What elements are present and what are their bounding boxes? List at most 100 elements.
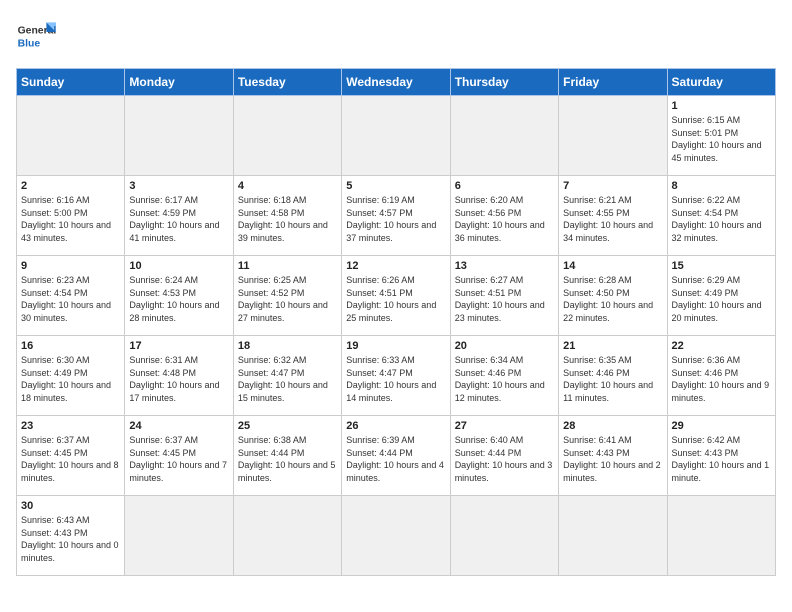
day-number: 26 (346, 420, 445, 432)
day-info: Sunrise: 6:20 AM Sunset: 4:56 PM Dayligh… (455, 194, 554, 244)
day-info: Sunrise: 6:34 AM Sunset: 4:46 PM Dayligh… (455, 354, 554, 404)
day-number: 20 (455, 340, 554, 352)
day-info: Sunrise: 6:31 AM Sunset: 4:48 PM Dayligh… (129, 354, 228, 404)
day-number: 19 (346, 340, 445, 352)
day-info: Sunrise: 6:28 AM Sunset: 4:50 PM Dayligh… (563, 274, 662, 324)
day-number: 6 (455, 180, 554, 192)
day-info: Sunrise: 6:41 AM Sunset: 4:43 PM Dayligh… (563, 434, 662, 484)
calendar-cell: 18 Sunrise: 6:32 AM Sunset: 4:47 PM Dayli… (233, 336, 341, 416)
calendar-cell: 2Sunrise: 6:16 AM Sunset: 5:00 PM Daylig… (17, 176, 125, 256)
calendar-cell (450, 496, 558, 576)
calendar-cell: 11 Sunrise: 6:25 AM Sunset: 4:52 PM Dayli… (233, 256, 341, 336)
day-number: 12 (346, 260, 445, 272)
day-info: Sunrise: 6:30 AM Sunset: 4:49 PM Dayligh… (21, 354, 120, 404)
calendar-cell: 3 Sunrise: 6:17 AM Sunset: 4:59 PM Daylig… (125, 176, 233, 256)
day-info: Sunrise: 6:38 AM Sunset: 4:44 PM Dayligh… (238, 434, 337, 484)
weekday-header-friday: Friday (559, 69, 667, 96)
calendar-cell: 12 Sunrise: 6:26 AM Sunset: 4:51 PM Dayli… (342, 256, 450, 336)
calendar-cell: 19 Sunrise: 6:33 AM Sunset: 4:47 PM Dayli… (342, 336, 450, 416)
day-info: Sunrise: 6:26 AM Sunset: 4:51 PM Dayligh… (346, 274, 445, 324)
calendar-cell: 13 Sunrise: 6:27 AM Sunset: 4:51 PM Dayli… (450, 256, 558, 336)
calendar-cell: 16 Sunrise: 6:30 AM Sunset: 4:49 PM Dayli… (17, 336, 125, 416)
day-info: Sunrise: 6:43 AM Sunset: 4:43 PM Dayligh… (21, 514, 120, 564)
day-info: Sunrise: 6:36 AM Sunset: 4:46 PM Dayligh… (672, 354, 771, 404)
day-info: Sunrise: 6:37 AM Sunset: 4:45 PM Dayligh… (21, 434, 120, 484)
calendar-cell: 8Sunrise: 6:22 AM Sunset: 4:54 PM Daylig… (667, 176, 775, 256)
calendar-cell: 28 Sunrise: 6:41 AM Sunset: 4:43 PM Dayli… (559, 416, 667, 496)
calendar-row: 1 Sunrise: 6:15 AM Sunset: 5:01 PM Daylig… (17, 96, 776, 176)
weekday-header-wednesday: Wednesday (342, 69, 450, 96)
day-info: Sunrise: 6:15 AM Sunset: 5:01 PM Dayligh… (672, 114, 771, 164)
day-number: 21 (563, 340, 662, 352)
day-info: Sunrise: 6:32 AM Sunset: 4:47 PM Dayligh… (238, 354, 337, 404)
calendar-cell (17, 96, 125, 176)
calendar-cell (667, 496, 775, 576)
calendar-cell: 6 Sunrise: 6:20 AM Sunset: 4:56 PM Daylig… (450, 176, 558, 256)
day-number: 15 (672, 260, 771, 272)
calendar-cell (342, 496, 450, 576)
calendar-cell: 25Sunrise: 6:38 AM Sunset: 4:44 PM Dayli… (233, 416, 341, 496)
weekday-header-row: SundayMondayTuesdayWednesdayThursdayFrid… (17, 69, 776, 96)
calendar-cell: 5 Sunrise: 6:19 AM Sunset: 4:57 PM Daylig… (342, 176, 450, 256)
day-number: 22 (672, 340, 771, 352)
day-info: Sunrise: 6:39 AM Sunset: 4:44 PM Dayligh… (346, 434, 445, 484)
weekday-header-saturday: Saturday (667, 69, 775, 96)
day-number: 1 (672, 100, 771, 112)
logo-icon: General Blue (16, 16, 56, 56)
calendar-row: 30 Sunrise: 6:43 AM Sunset: 4:43 PM Dayli… (17, 496, 776, 576)
calendar-row: 23 Sunrise: 6:37 AM Sunset: 4:45 PM Dayli… (17, 416, 776, 496)
day-info: Sunrise: 6:27 AM Sunset: 4:51 PM Dayligh… (455, 274, 554, 324)
logo: General Blue (16, 16, 56, 56)
day-info: Sunrise: 6:33 AM Sunset: 4:47 PM Dayligh… (346, 354, 445, 404)
day-info: Sunrise: 6:22 AM Sunset: 4:54 PM Dayligh… (672, 194, 771, 244)
day-info: Sunrise: 6:42 AM Sunset: 4:43 PM Dayligh… (672, 434, 771, 484)
day-number: 10 (129, 260, 228, 272)
day-info: Sunrise: 6:16 AM Sunset: 5:00 PM Dayligh… (21, 194, 120, 244)
calendar-cell: 14 Sunrise: 6:28 AM Sunset: 4:50 PM Dayli… (559, 256, 667, 336)
calendar-cell (559, 496, 667, 576)
calendar-cell: 30 Sunrise: 6:43 AM Sunset: 4:43 PM Dayli… (17, 496, 125, 576)
day-number: 18 (238, 340, 337, 352)
calendar-cell: 4Sunrise: 6:18 AM Sunset: 4:58 PM Daylig… (233, 176, 341, 256)
calendar-cell: 27Sunrise: 6:40 AM Sunset: 4:44 PM Dayli… (450, 416, 558, 496)
calendar-cell: 9 Sunrise: 6:23 AM Sunset: 4:54 PM Daylig… (17, 256, 125, 336)
day-number: 9 (21, 260, 120, 272)
day-number: 28 (563, 420, 662, 432)
day-number: 29 (672, 420, 771, 432)
calendar-cell (342, 96, 450, 176)
day-number: 17 (129, 340, 228, 352)
calendar-table: SundayMondayTuesdayWednesdayThursdayFrid… (16, 68, 776, 576)
calendar-cell (233, 96, 341, 176)
calendar-cell: 24 Sunrise: 6:37 AM Sunset: 4:45 PM Dayli… (125, 416, 233, 496)
calendar-cell (233, 496, 341, 576)
day-number: 24 (129, 420, 228, 432)
day-number: 23 (21, 420, 120, 432)
calendar-cell: 26 Sunrise: 6:39 AM Sunset: 4:44 PM Dayli… (342, 416, 450, 496)
day-info: Sunrise: 6:24 AM Sunset: 4:53 PM Dayligh… (129, 274, 228, 324)
calendar-row: 9 Sunrise: 6:23 AM Sunset: 4:54 PM Daylig… (17, 256, 776, 336)
weekday-header-tuesday: Tuesday (233, 69, 341, 96)
day-info: Sunrise: 6:40 AM Sunset: 4:44 PM Dayligh… (455, 434, 554, 484)
calendar-row: 16 Sunrise: 6:30 AM Sunset: 4:49 PM Dayli… (17, 336, 776, 416)
weekday-header-sunday: Sunday (17, 69, 125, 96)
day-number: 7 (563, 180, 662, 192)
day-info: Sunrise: 6:23 AM Sunset: 4:54 PM Dayligh… (21, 274, 120, 324)
day-number: 5 (346, 180, 445, 192)
day-number: 13 (455, 260, 554, 272)
day-info: Sunrise: 6:37 AM Sunset: 4:45 PM Dayligh… (129, 434, 228, 484)
calendar-cell: 15 Sunrise: 6:29 AM Sunset: 4:49 PM Dayli… (667, 256, 775, 336)
day-info: Sunrise: 6:17 AM Sunset: 4:59 PM Dayligh… (129, 194, 228, 244)
calendar-cell: 21Sunrise: 6:35 AM Sunset: 4:46 PM Dayli… (559, 336, 667, 416)
day-info: Sunrise: 6:19 AM Sunset: 4:57 PM Dayligh… (346, 194, 445, 244)
day-number: 30 (21, 500, 120, 512)
day-info: Sunrise: 6:18 AM Sunset: 4:58 PM Dayligh… (238, 194, 337, 244)
calendar-cell (125, 96, 233, 176)
day-number: 11 (238, 260, 337, 272)
day-info: Sunrise: 6:29 AM Sunset: 4:49 PM Dayligh… (672, 274, 771, 324)
day-number: 3 (129, 180, 228, 192)
calendar-cell: 23 Sunrise: 6:37 AM Sunset: 4:45 PM Dayli… (17, 416, 125, 496)
day-info: Sunrise: 6:25 AM Sunset: 4:52 PM Dayligh… (238, 274, 337, 324)
weekday-header-monday: Monday (125, 69, 233, 96)
day-number: 16 (21, 340, 120, 352)
day-number: 14 (563, 260, 662, 272)
